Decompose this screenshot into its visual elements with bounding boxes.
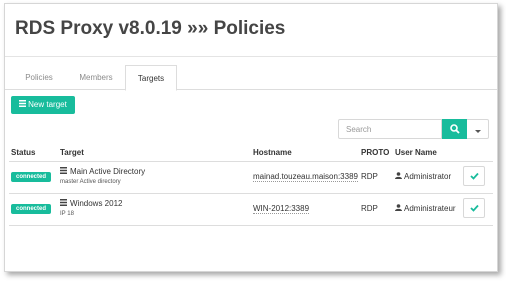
user-name-value: Administrateur bbox=[404, 204, 456, 213]
search-dropdown-button[interactable] bbox=[467, 119, 489, 139]
search-button[interactable] bbox=[442, 119, 467, 139]
check-icon bbox=[469, 172, 479, 180]
user-icon bbox=[395, 204, 402, 213]
column-header-status: Status bbox=[11, 148, 36, 157]
hostname: WIN-2012:3389 bbox=[253, 204, 310, 214]
tab-policies[interactable]: Policies bbox=[11, 65, 67, 90]
list-icon bbox=[19, 96, 27, 114]
search-input[interactable] bbox=[338, 119, 442, 139]
target-description: IP 18 bbox=[60, 211, 74, 217]
hostname-value: mainad.touzeau.maison:3389 bbox=[253, 172, 358, 182]
user-name: Administrator bbox=[395, 172, 451, 181]
tab-targets[interactable]: Targets bbox=[125, 65, 177, 91]
hostname-value: WIN-2012:3389 bbox=[253, 204, 310, 214]
hostname: mainad.touzeau.maison:3389 bbox=[253, 172, 358, 182]
caret-down-icon bbox=[474, 130, 481, 133]
check-icon bbox=[469, 204, 479, 212]
target-name-label: Main Active Directory bbox=[70, 167, 146, 176]
list-icon bbox=[60, 167, 67, 176]
search-icon bbox=[449, 124, 460, 134]
column-header-target: Target bbox=[60, 148, 84, 157]
status-badge: connected bbox=[11, 204, 51, 214]
table-row: connected Main Active Directory master A… bbox=[5, 162, 497, 193]
tab-bar: Policies Members Targets bbox=[5, 65, 497, 91]
new-target-label: New target bbox=[28, 100, 67, 109]
main-window: RDS Proxy v8.0.19 »» Policies Policies M… bbox=[4, 3, 498, 272]
table-row: connected Windows 2012 IP 18 WIN-2012:33… bbox=[5, 194, 497, 225]
column-header-proto: PROTO bbox=[361, 148, 390, 157]
protocol: RDP bbox=[361, 204, 378, 213]
tab-members[interactable]: Members bbox=[67, 65, 125, 90]
target-name[interactable]: Main Active Directory bbox=[60, 167, 145, 176]
table-row-divider bbox=[9, 225, 493, 226]
target-name[interactable]: Windows 2012 bbox=[60, 199, 122, 208]
target-name-label: Windows 2012 bbox=[70, 199, 123, 208]
column-header-user: User Name bbox=[395, 148, 437, 157]
list-icon bbox=[60, 199, 67, 208]
new-target-button[interactable]: New target bbox=[11, 96, 75, 114]
select-button[interactable] bbox=[463, 166, 485, 186]
user-name: Administrateur bbox=[395, 204, 456, 213]
user-name-value: Administrator bbox=[404, 172, 452, 181]
column-header-hostname: Hostname bbox=[253, 148, 292, 157]
user-icon bbox=[395, 172, 402, 181]
target-description: master Active directory bbox=[60, 179, 121, 185]
page-title: RDS Proxy v8.0.19 »» Policies bbox=[15, 18, 286, 39]
protocol: RDP bbox=[361, 172, 378, 181]
status-badge: connected bbox=[11, 172, 51, 182]
title-divider bbox=[5, 56, 497, 57]
select-button[interactable] bbox=[463, 198, 485, 218]
